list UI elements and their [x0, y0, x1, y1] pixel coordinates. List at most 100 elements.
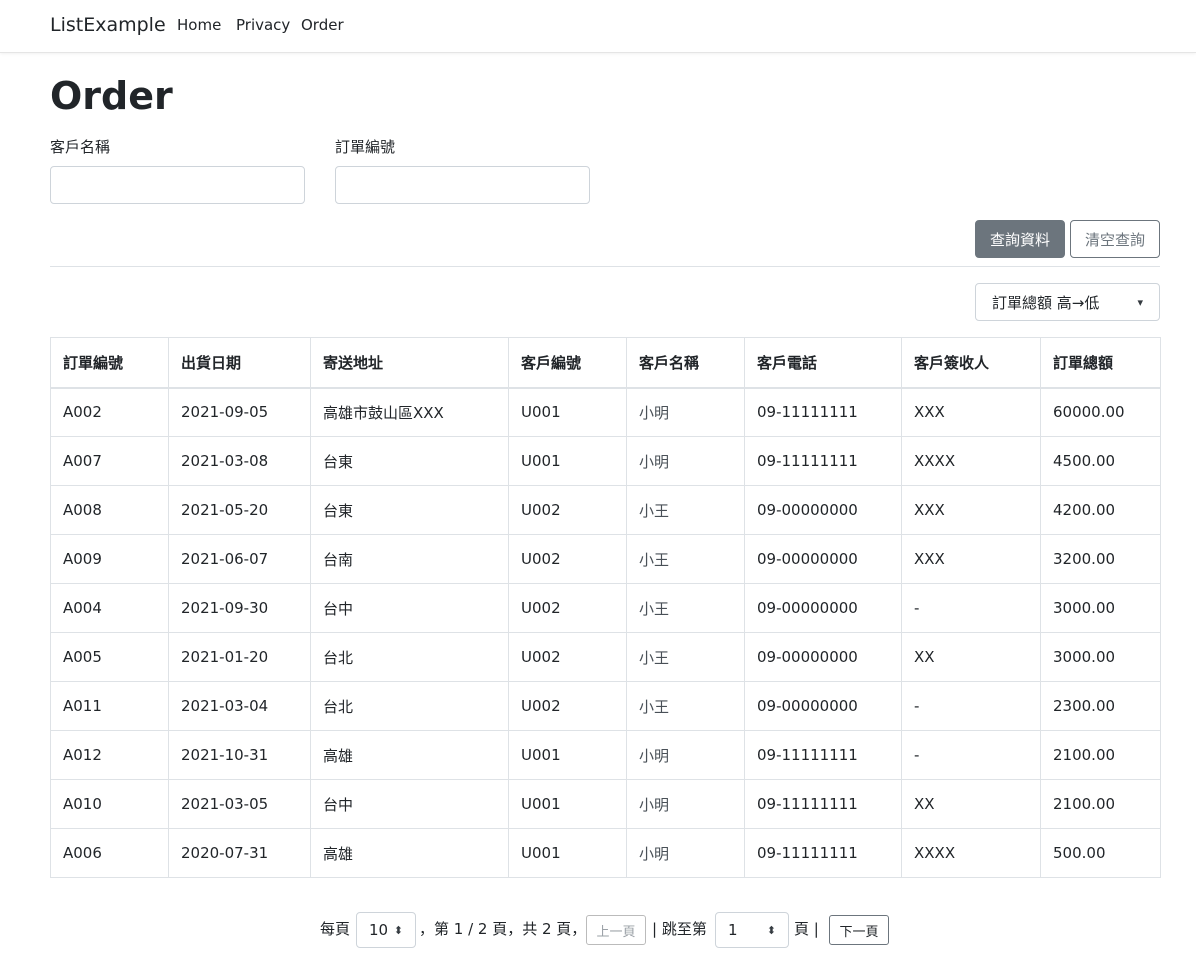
column-header: 客戶編號: [508, 337, 627, 389]
jump-page-select[interactable]: 1 ⬍: [715, 912, 789, 948]
next-page-button[interactable]: 下一頁: [829, 915, 889, 945]
table-cell: 2021-09-05: [168, 387, 311, 437]
table-cell: -: [901, 730, 1041, 780]
table-cell: U002: [508, 534, 627, 584]
table-cell: U002: [508, 485, 627, 535]
table-cell: A009: [50, 534, 169, 584]
table-cell: 高雄: [310, 828, 509, 878]
column-header: 客戶名稱: [626, 337, 745, 389]
table-cell: 小明: [626, 779, 745, 829]
table-cell: 台南: [310, 534, 509, 584]
table-cell: 2100.00: [1040, 730, 1161, 780]
column-header: 訂單編號: [50, 337, 169, 389]
table-cell: 小明: [626, 387, 745, 437]
table-cell: 60000.00: [1040, 387, 1161, 437]
table-cell: 小王: [626, 583, 745, 633]
table-cell: U001: [508, 779, 627, 829]
order-no-label: 訂單編號: [335, 138, 396, 156]
clear-button[interactable]: 清空查詢: [1070, 220, 1160, 258]
table-cell: 2021-01-20: [168, 632, 311, 682]
prev-page-button[interactable]: 上一頁: [586, 915, 646, 945]
table-row: A010 2021-03-05 台中 U001 小明 09-11111111 XX 2100.…: [50, 779, 1161, 829]
table-cell: 09-00000000: [744, 583, 902, 633]
customer-name-input[interactable]: [50, 166, 305, 204]
table-row: A002 2021-09-05 高雄市鼓山區XXX U001 小明 09-11111111…: [50, 387, 1161, 437]
table-cell: 小明: [626, 436, 745, 486]
table-cell: -: [901, 583, 1041, 633]
table-cell: 小王: [626, 485, 745, 535]
table-cell: 2021-05-20: [168, 485, 311, 535]
table-cell: U001: [508, 730, 627, 780]
pagination-bar: 每頁 10 ⬍ ，第 1 / 2 頁，共 2 頁， 上一頁 | 跳至第 1 ⬍ …: [0, 912, 1196, 948]
table-cell: 2100.00: [1040, 779, 1161, 829]
table-cell: U001: [508, 387, 627, 437]
select-caret-icon: ⬍: [393, 923, 403, 937]
table-header-row: 訂單編號 出貨日期 寄送地址 客戶編號 客戶名稱 客戶電話 客戶簽收人 訂單總額: [50, 337, 1161, 389]
table-cell: 09-11111111: [744, 730, 902, 780]
table-cell: 09-11111111: [744, 436, 902, 486]
column-header: 寄送地址: [310, 337, 509, 389]
table-cell: U001: [508, 828, 627, 878]
table-cell: A008: [50, 485, 169, 535]
nav-link-home[interactable]: Home: [177, 16, 221, 34]
table-cell: XX: [901, 632, 1041, 682]
column-header: 客戶簽收人: [901, 337, 1041, 389]
table-row: A007 2021-03-08 台東 U001 小明 09-11111111 XXXX 450…: [50, 436, 1161, 486]
orders-table: 訂單編號 出貨日期 寄送地址 客戶編號 客戶名稱 客戶電話 客戶簽收人 訂單總額 A002 20…: [50, 337, 1161, 878]
table-cell: 高雄: [310, 730, 509, 780]
page-info: ，第 1 / 2 頁，共 2 頁，: [419, 920, 587, 938]
nav-link-order[interactable]: Order: [301, 16, 344, 34]
table-cell: 3000.00: [1040, 632, 1161, 682]
page-suffix: 頁 |: [794, 920, 819, 938]
table-cell: 2021-06-07: [168, 534, 311, 584]
table-cell: 09-00000000: [744, 485, 902, 535]
select-caret-icon: ▾: [1137, 295, 1143, 309]
table-cell: A006: [50, 828, 169, 878]
order-no-input[interactable]: [335, 166, 590, 204]
table-cell: 3000.00: [1040, 583, 1161, 633]
table-cell: XXXX: [901, 828, 1041, 878]
table-cell: 3200.00: [1040, 534, 1161, 584]
table-cell: 2021-03-05: [168, 779, 311, 829]
customer-name-label: 客戶名稱: [50, 138, 111, 156]
per-page-label: 每頁: [320, 920, 351, 938]
sort-select[interactable]: 訂單總額 高→低 ▾: [975, 283, 1160, 321]
table-cell: 台中: [310, 583, 509, 633]
table-cell: A010: [50, 779, 169, 829]
table-row: A004 2021-09-30 台中 U002 小王 09-00000000-3000.0…: [50, 583, 1161, 633]
table-cell: 小明: [626, 730, 745, 780]
table-cell: A007: [50, 436, 169, 486]
table-cell: XXX: [901, 387, 1041, 437]
table-row: A009 2021-06-07 台南 U002 小王 09-00000000 XXX 3200…: [50, 534, 1161, 584]
table-cell: XXX: [901, 534, 1041, 584]
table-row: A008 2021-05-20 台東 U002 小王 09-00000000 XXX 4200…: [50, 485, 1161, 535]
page-title: Order: [50, 74, 173, 118]
nav-link-privacy[interactable]: Privacy: [236, 16, 290, 34]
table-cell: 4500.00: [1040, 436, 1161, 486]
brand-link[interactable]: ListExample: [50, 14, 166, 36]
table-cell: XXXX: [901, 436, 1041, 486]
search-button[interactable]: 查詢資料: [975, 220, 1065, 258]
table-cell: 09-00000000: [744, 632, 902, 682]
per-page-value: 10: [369, 921, 389, 939]
top-navbar: ListExample Home Privacy Order: [0, 0, 1196, 53]
table-cell: 台中: [310, 779, 509, 829]
divider: [50, 266, 1160, 267]
sort-select-value: 訂單總額 高→低: [992, 293, 1100, 312]
table-row: A006 2020-07-31 高雄 U001 小明 09-11111111 XXXX 500…: [50, 828, 1161, 878]
column-header: 客戶電話: [744, 337, 902, 389]
jump-page-value: 1: [728, 921, 738, 939]
table-row: A011 2021-03-04 台北 U002 小王 09-00000000-2300.0…: [50, 681, 1161, 731]
per-page-select[interactable]: 10 ⬍: [356, 912, 416, 948]
table-cell: A004: [50, 583, 169, 633]
column-header: 訂單總額: [1040, 337, 1161, 389]
table-cell: 2021-03-08: [168, 436, 311, 486]
table-cell: 09-11111111: [744, 779, 902, 829]
table-cell: 小王: [626, 534, 745, 584]
table-cell: U002: [508, 632, 627, 682]
table-cell: U002: [508, 583, 627, 633]
table-cell: 2300.00: [1040, 681, 1161, 731]
table-cell: 小王: [626, 681, 745, 731]
table-cell: 高雄市鼓山區XXX: [310, 387, 509, 437]
table-cell: 09-11111111: [744, 387, 902, 437]
